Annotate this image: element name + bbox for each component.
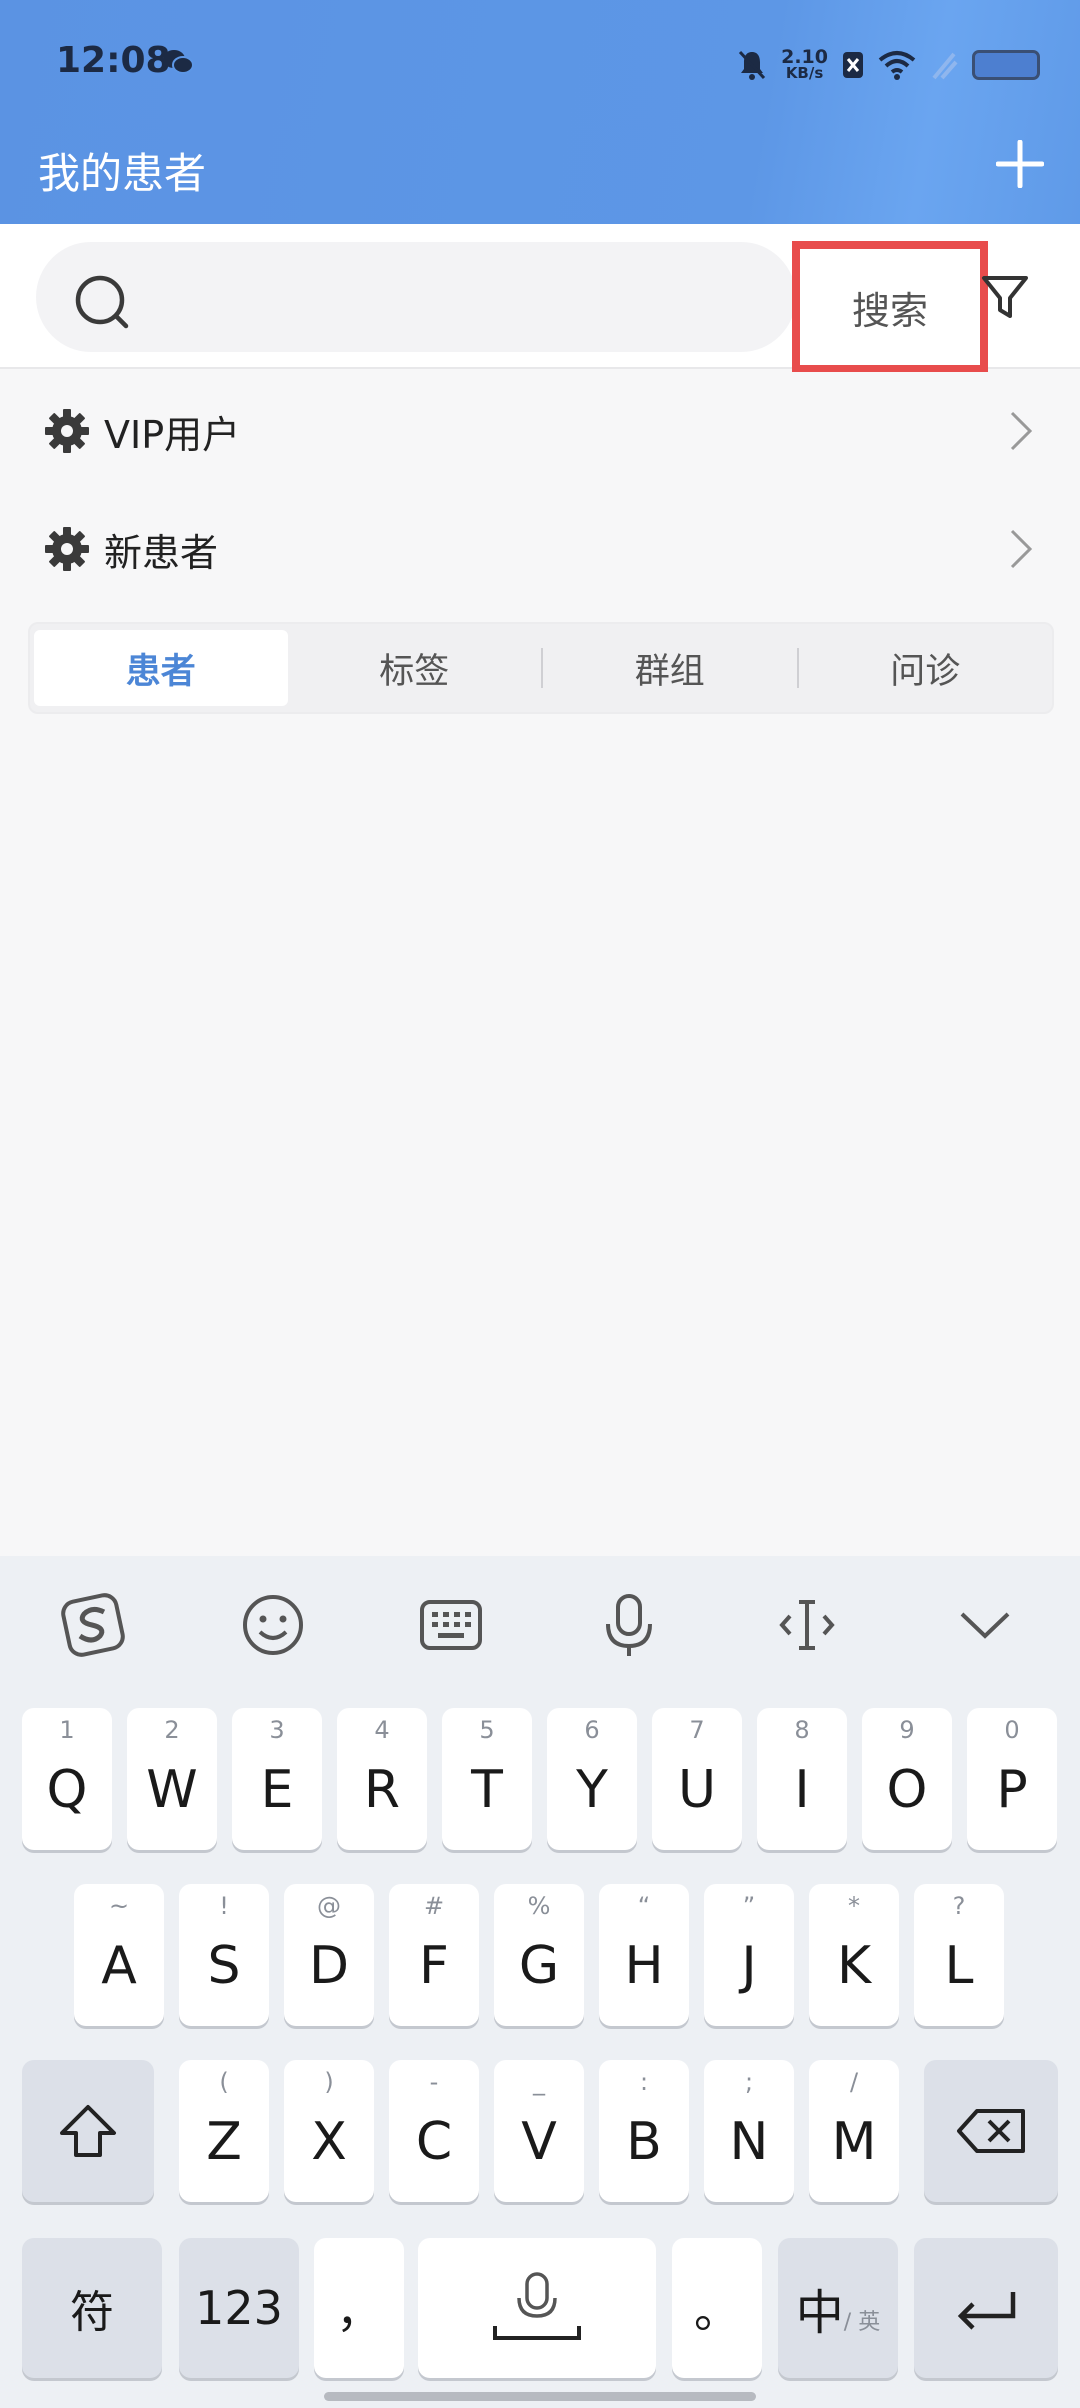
sim-off-icon	[843, 52, 863, 78]
symbols-key[interactable]: 符	[22, 2238, 162, 2378]
search-button[interactable]: 搜索	[792, 241, 988, 373]
keyboard-toolbar	[0, 1556, 1080, 1690]
group-item-vip[interactable]: VIP用户	[0, 372, 1080, 490]
group-label: VIP用户	[104, 412, 241, 457]
key-g[interactable]: % G	[494, 1884, 584, 2026]
enter-icon	[957, 2292, 1016, 2330]
key-b[interactable]: : B	[599, 2060, 689, 2202]
cursor-move-icon[interactable]	[772, 1590, 842, 1660]
comma-key[interactable]: ，	[314, 2238, 404, 2378]
numbers-key[interactable]: 123	[179, 2238, 299, 2378]
key-t[interactable]: 5 T	[442, 1708, 532, 1850]
key-s[interactable]: ! S	[179, 1884, 269, 2026]
key-w[interactable]: 2 W	[127, 1708, 217, 1850]
app-header: 12:08 2.10 KB/s 我的患者	[0, 0, 1080, 224]
wifi-icon	[878, 51, 916, 80]
key-a[interactable]: ~ A	[74, 1884, 164, 2026]
period-key[interactable]: 。	[672, 2238, 762, 2378]
tab-patients[interactable]: 患者	[34, 630, 288, 706]
key-u[interactable]: 7 U	[652, 1708, 742, 1850]
space-key[interactable]	[418, 2238, 656, 2378]
battery-icon	[972, 50, 1040, 80]
page-title: 我的患者	[38, 149, 207, 198]
key-m[interactable]: / M	[809, 2060, 899, 2202]
shift-key[interactable]	[22, 2060, 154, 2202]
key-d[interactable]: @ D	[284, 1884, 374, 2026]
keyboard-layout-icon[interactable]	[416, 1590, 486, 1660]
network-speed: 2.10 KB/s	[781, 46, 828, 82]
group-label: 新患者	[104, 530, 219, 575]
key-z[interactable]: ( Z	[179, 2060, 269, 2202]
gear-icon	[45, 527, 89, 571]
language-switch-key[interactable]: 中 / 英	[778, 2238, 898, 2378]
chevron-right-icon	[1010, 529, 1033, 569]
key-f[interactable]: # F	[389, 1884, 479, 2026]
search-bar: 搜索	[0, 224, 1080, 373]
tab-tags[interactable]: 标签	[288, 630, 542, 706]
key-n[interactable]: ; N	[704, 2060, 794, 2202]
wechat-notification-icon	[163, 50, 194, 74]
key-y[interactable]: 6 Y	[547, 1708, 637, 1850]
key-x[interactable]: ) X	[284, 2060, 374, 2202]
shift-arrow-icon	[60, 2105, 116, 2157]
backspace-icon	[957, 2109, 1025, 2153]
add-icon[interactable]	[996, 140, 1044, 188]
key-q[interactable]: 1 Q	[22, 1708, 112, 1850]
key-j[interactable]: ” J	[704, 1884, 794, 2026]
key-r[interactable]: 4 R	[337, 1708, 427, 1850]
status-time: 12:08	[56, 40, 171, 81]
signal-icon	[932, 52, 958, 80]
backspace-key[interactable]	[924, 2060, 1058, 2202]
filter-icon[interactable]	[980, 272, 1030, 322]
key-o[interactable]: 9 O	[862, 1708, 952, 1850]
sogou-logo-icon[interactable]	[58, 1590, 128, 1660]
home-indicator[interactable]	[324, 2392, 756, 2401]
patient-tabs: 患者 标签 群组 问诊	[28, 622, 1054, 714]
key-v[interactable]: _ V	[494, 2060, 584, 2202]
voice-space-icon	[493, 2272, 581, 2340]
key-l[interactable]: ? L	[914, 1884, 1004, 2026]
key-k[interactable]: * K	[809, 1884, 899, 2026]
enter-key[interactable]	[914, 2238, 1058, 2378]
key-e[interactable]: 3 E	[232, 1708, 322, 1850]
key-h[interactable]: “ H	[599, 1884, 689, 2026]
search-field[interactable]	[36, 242, 796, 352]
search-input[interactable]	[156, 266, 776, 326]
key-c[interactable]: - C	[389, 2060, 479, 2202]
mute-bell-icon	[739, 50, 766, 80]
gear-icon	[45, 409, 89, 453]
emoji-icon[interactable]	[238, 1590, 308, 1660]
tab-consultations[interactable]: 问诊	[799, 630, 1053, 706]
collapse-keyboard-icon[interactable]	[950, 1590, 1020, 1660]
key-p[interactable]: 0 P	[967, 1708, 1057, 1850]
group-item-new-patients[interactable]: 新患者	[0, 490, 1080, 608]
microphone-icon[interactable]	[594, 1590, 664, 1660]
status-icons: 2.10 KB/s	[737, 40, 1040, 90]
tab-groups[interactable]: 群组	[543, 630, 797, 706]
key-i[interactable]: 8 I	[757, 1708, 847, 1850]
search-icon	[75, 275, 129, 329]
chevron-right-icon	[1010, 411, 1033, 451]
soft-keyboard: 1 Q 2 W 3 E 4 R 5 T 6 Y 7 U 8 I 9 O 0 P …	[0, 1556, 1080, 2408]
